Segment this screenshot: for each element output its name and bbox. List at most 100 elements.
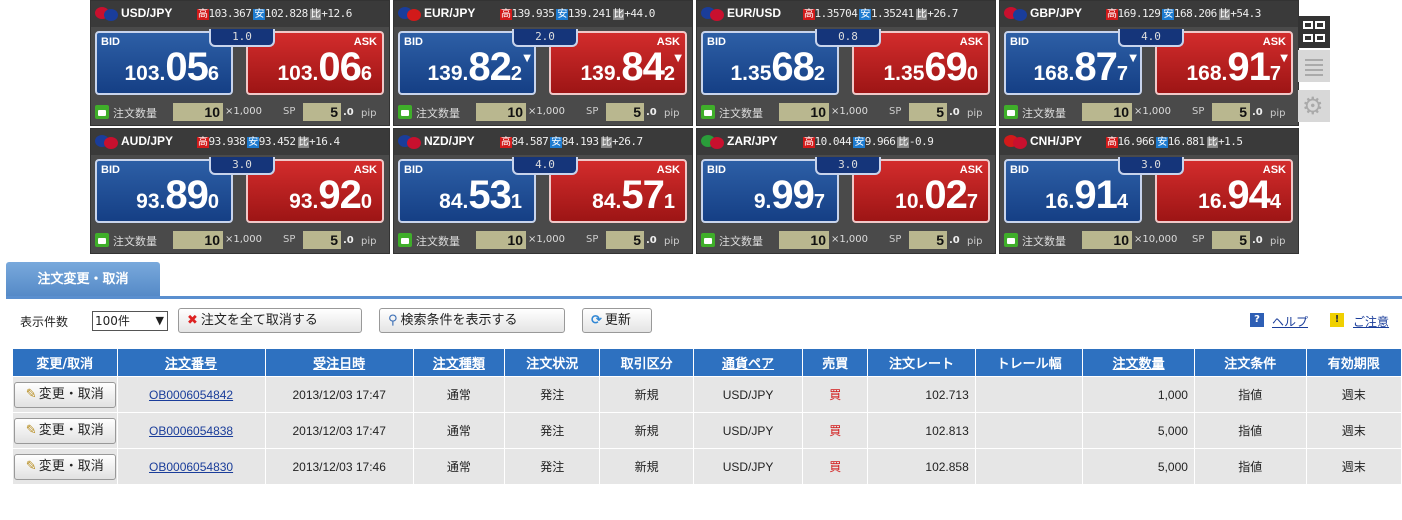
list-view-icon[interactable] bbox=[1298, 50, 1330, 82]
cell-value: 週末 bbox=[1341, 388, 1366, 402]
flag-quote bbox=[710, 9, 724, 21]
order-number-link[interactable]: OB0006054830 bbox=[149, 460, 233, 474]
table-cell: 5,000 bbox=[1082, 412, 1195, 449]
slippage-input[interactable]: 5 bbox=[303, 103, 341, 121]
lock-icon[interactable] bbox=[398, 233, 412, 247]
edit-cancel-button[interactable]: ✎ 変更・取消 bbox=[13, 381, 116, 408]
order-qty-input[interactable]: 10 bbox=[779, 103, 829, 121]
order-qty-input[interactable]: 10 bbox=[476, 103, 526, 121]
column-header[interactable]: 注文数量 bbox=[1082, 348, 1195, 377]
slippage-decimal: .0 bbox=[646, 235, 657, 246]
panel-header: NZD/JPY 高84.587 安84.193 比+26.7 bbox=[394, 129, 692, 155]
bid-price-prefix: 139. bbox=[427, 62, 469, 85]
ask-price-main: 84 bbox=[621, 45, 664, 89]
bid-price: 84.531 bbox=[439, 173, 522, 218]
slippage-decimal: .0 bbox=[949, 235, 960, 246]
spread-value: 3.0 bbox=[815, 157, 881, 175]
column-header[interactable]: 受注日時 bbox=[264, 348, 414, 377]
order-qty-input[interactable]: 10 bbox=[1082, 231, 1132, 249]
order-qty-label: 注文数量 bbox=[416, 107, 460, 120]
help-link[interactable]: ヘルプ bbox=[1272, 313, 1308, 330]
edit-cancel-button[interactable]: ✎ 変更・取消 bbox=[13, 417, 116, 444]
slippage-input[interactable]: 5 bbox=[606, 103, 644, 121]
slippage-input[interactable]: 5 bbox=[606, 231, 644, 249]
cancel-all-orders-button[interactable]: ✖ 注文を全て取消する bbox=[178, 308, 362, 333]
order-qty-input[interactable]: 10 bbox=[173, 231, 223, 249]
column-header-label: 注文番号 bbox=[165, 357, 218, 372]
cell-value: 新規 bbox=[634, 460, 659, 474]
lock-icon[interactable] bbox=[398, 105, 412, 119]
low-label: 安 bbox=[550, 137, 562, 148]
lock-icon[interactable] bbox=[1004, 105, 1018, 119]
display-count-value: 100件 bbox=[95, 314, 130, 328]
order-qty-input[interactable]: 10 bbox=[779, 231, 829, 249]
order-qty-input[interactable]: 10 bbox=[1082, 103, 1132, 121]
tab-order-change-cancel[interactable]: 注文変更・取消 bbox=[6, 262, 160, 298]
ask-price-prefix: 84. bbox=[592, 190, 622, 213]
slippage-input[interactable]: 5 bbox=[1212, 103, 1250, 121]
bid-price: 9.997 bbox=[754, 173, 825, 218]
column-header[interactable]: 通貨ペア bbox=[692, 348, 804, 377]
slippage-decimal: .0 bbox=[1252, 107, 1263, 118]
panel-header: EUR/USD 高1.35704 安1.35241 比+26.7 bbox=[697, 1, 995, 27]
lock-icon[interactable] bbox=[95, 233, 109, 247]
column-header: トレール幅 bbox=[974, 348, 1084, 377]
bid-label: BID bbox=[404, 36, 423, 48]
search-icon: ⚲ bbox=[388, 313, 398, 328]
edit-cancel-button[interactable]: ✎ 変更・取消 bbox=[13, 453, 116, 480]
table-cell: 102.813 bbox=[867, 412, 976, 449]
panel-footer: 注文数量 10 ×1,000 SP 5 .0 pip bbox=[697, 99, 995, 125]
show-search-conditions-button[interactable]: ⚲ 検索条件を表示する bbox=[379, 308, 565, 333]
column-header: 売買 bbox=[802, 348, 869, 377]
slippage-input[interactable]: 5 bbox=[909, 231, 947, 249]
slippage-label: SP bbox=[283, 234, 296, 245]
edit-cancel-label: 変更・取消 bbox=[38, 458, 104, 474]
grid-view-icon[interactable] bbox=[1298, 16, 1330, 48]
column-header[interactable]: 注文種類 bbox=[412, 348, 506, 377]
table-cell: 発注 bbox=[504, 448, 601, 485]
bid-price-main: 05 bbox=[165, 45, 208, 89]
table-cell bbox=[974, 376, 1084, 413]
column-header-label: 変更/取消 bbox=[36, 357, 94, 372]
lock-icon[interactable] bbox=[1004, 233, 1018, 247]
high-label: 高 bbox=[500, 137, 512, 148]
low-label: 安 bbox=[247, 137, 259, 148]
panel-header: ZAR/JPY 高10.044 安9.966 比-0.9 bbox=[697, 129, 995, 155]
slippage-input[interactable]: 5 bbox=[303, 231, 341, 249]
order-qty-input[interactable]: 10 bbox=[173, 103, 223, 121]
lock-icon[interactable] bbox=[95, 105, 109, 119]
ask-trend-arrow-icon: ▼ bbox=[1280, 53, 1288, 64]
lock-icon[interactable] bbox=[701, 105, 715, 119]
table-cell: 指値 bbox=[1193, 376, 1307, 413]
order-number-link[interactable]: OB0006054842 bbox=[149, 388, 233, 402]
bid-price-pip: 2 bbox=[510, 63, 522, 85]
column-header[interactable]: 注文番号 bbox=[116, 348, 266, 377]
ask-price: 93.920 bbox=[289, 173, 372, 218]
order-number-link[interactable]: OB0006054838 bbox=[149, 424, 233, 438]
ask-price: 139.842 bbox=[581, 45, 676, 90]
notice-link[interactable]: ご注意 bbox=[1353, 313, 1389, 330]
panel-footer: 注文数量 10 ×1,000 SP 5 .0 pip bbox=[91, 227, 389, 253]
order-qty-input[interactable]: 10 bbox=[476, 231, 526, 249]
table-cell: 新規 bbox=[599, 448, 694, 485]
high-label: 高 bbox=[1106, 137, 1118, 148]
lock-icon[interactable] bbox=[701, 233, 715, 247]
flag-quote bbox=[1013, 9, 1027, 21]
order-qty-unit: ×1,000 bbox=[528, 106, 566, 117]
refresh-button[interactable]: ⟳ 更新 bbox=[582, 308, 652, 333]
bid-price-prefix: 84. bbox=[439, 190, 469, 213]
bid-price: 1.35682 bbox=[731, 45, 826, 90]
low-value: 93.452 bbox=[258, 135, 296, 148]
slippage-input[interactable]: 5 bbox=[909, 103, 947, 121]
bid-trend-arrow-icon: ▼ bbox=[1129, 53, 1137, 64]
pencil-icon: ✎ bbox=[25, 458, 37, 474]
column-header: 取引区分 bbox=[599, 348, 694, 377]
settings-gear-icon[interactable]: ⚙ bbox=[1298, 90, 1330, 122]
order-qty-label: 注文数量 bbox=[1022, 107, 1066, 120]
ask-price-pip: 7 bbox=[1269, 63, 1281, 85]
slippage-input[interactable]: 5 bbox=[1212, 231, 1250, 249]
display-count-select[interactable]: 100件 ▼ bbox=[92, 311, 168, 331]
daily-stats: 高169.129 安168.206 比+54.3 bbox=[1106, 5, 1263, 20]
column-header: 注文条件 bbox=[1193, 348, 1307, 377]
table-cell: 指値 bbox=[1193, 412, 1307, 449]
